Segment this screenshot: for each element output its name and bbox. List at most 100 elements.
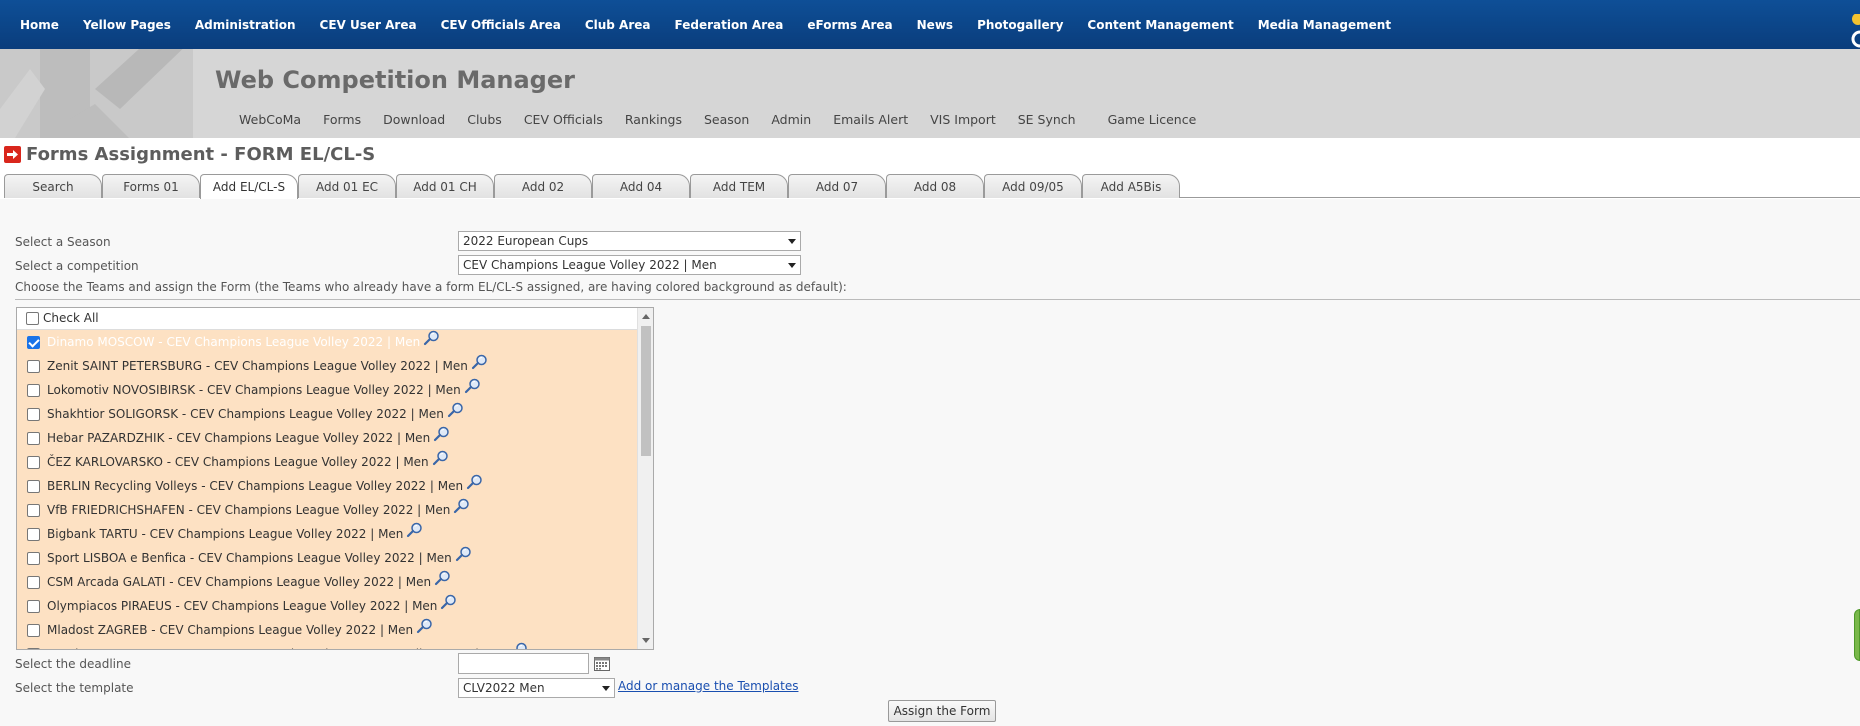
tab-add-08[interactable]: Add 08 xyxy=(886,174,984,198)
tab-forms-01[interactable]: Forms 01 xyxy=(102,174,200,198)
topnav-item-cev-user-area[interactable]: CEV User Area xyxy=(308,18,429,32)
magnifier-icon[interactable] xyxy=(453,498,471,514)
magnifier-icon[interactable] xyxy=(440,594,458,610)
magnifier-icon[interactable] xyxy=(406,522,424,538)
topnav-item-cev-officials-area[interactable]: CEV Officials Area xyxy=(429,18,573,32)
template-select[interactable]: CLV2022 Men xyxy=(458,678,615,698)
team-row[interactable]: VfB FRIEDRICHSHAFEN - CEV Champions Leag… xyxy=(17,498,638,522)
team-list-scrollbar[interactable] xyxy=(637,308,653,649)
team-rows: Dinamo MOSCOW - CEV Champions League Vol… xyxy=(17,330,638,649)
team-name: ČEZ KARLOVARSKO - CEV Champions League V… xyxy=(47,455,429,469)
magnifier-icon[interactable] xyxy=(447,402,465,418)
tab-add-09-05[interactable]: Add 09/05 xyxy=(984,174,1082,198)
check-all-row: Check All xyxy=(17,308,638,330)
topnav-item-yellow-pages[interactable]: Yellow Pages xyxy=(71,18,183,32)
team-row[interactable]: Dutchman Dynamo APELDOORN - CEV Champion… xyxy=(17,642,638,649)
subnav-item-rankings[interactable]: Rankings xyxy=(614,112,693,127)
scroll-thumb[interactable] xyxy=(641,326,651,456)
top-nav-items: Home Yellow Pages Administration CEV Use… xyxy=(8,0,1403,49)
tab-add-02[interactable]: Add 02 xyxy=(494,174,592,198)
manage-templates-link[interactable]: Add or manage the Templates xyxy=(618,679,798,693)
magnifier-icon[interactable] xyxy=(423,330,441,346)
season-select[interactable]: 2022 European Cups xyxy=(458,231,801,251)
tab-add-el-cl-s[interactable]: Add EL/CL-S xyxy=(200,174,298,199)
arrow-right-icon xyxy=(4,146,21,163)
topnav-item-content-management[interactable]: Content Management xyxy=(1075,18,1245,32)
team-checkbox[interactable] xyxy=(27,431,40,445)
team-row[interactable]: Mladost ZAGREB - CEV Champions League Vo… xyxy=(17,618,638,642)
team-checkbox[interactable] xyxy=(27,527,40,541)
team-row[interactable]: Olympiacos PIRAEUS - CEV Champions Leagu… xyxy=(17,594,638,618)
team-checkbox[interactable] xyxy=(27,407,40,421)
topnav-item-home[interactable]: Home xyxy=(8,18,71,32)
tab-add-01-ec[interactable]: Add 01 EC xyxy=(298,174,396,198)
subnav-item-download[interactable]: Download xyxy=(372,112,456,127)
tab-add-a5bis[interactable]: Add A5Bis xyxy=(1082,174,1180,198)
team-checkbox[interactable] xyxy=(27,383,40,397)
subnav-item-emails-alert[interactable]: Emails Alert xyxy=(822,112,919,127)
topnav-item-news[interactable]: News xyxy=(905,18,965,32)
magnifier-icon[interactable] xyxy=(511,642,529,649)
tab-add-01-ch[interactable]: Add 01 CH xyxy=(396,174,494,198)
scroll-down-icon[interactable] xyxy=(642,638,650,643)
scroll-up-icon[interactable] xyxy=(642,314,650,319)
subnav-item-cev-officials[interactable]: CEV Officials xyxy=(513,112,614,127)
team-list[interactable]: Check All Dinamo MOSCOW - CEV Champions … xyxy=(16,307,654,650)
topnav-item-federation-area[interactable]: Federation Area xyxy=(663,18,796,32)
competition-select[interactable]: CEV Champions League Volley 2022 | Men xyxy=(458,255,801,275)
team-row[interactable]: Shakhtior SOLIGORSK - CEV Champions Leag… xyxy=(17,402,638,426)
team-checkbox[interactable] xyxy=(27,455,40,469)
team-row[interactable]: Hebar PAZARDZHIK - CEV Champions League … xyxy=(17,426,638,450)
magnifier-icon[interactable] xyxy=(464,378,482,394)
chevron-down-icon xyxy=(788,239,796,244)
magnifier-icon[interactable] xyxy=(455,546,473,562)
assign-form-button[interactable]: Assign the Form xyxy=(888,700,996,722)
team-checkbox[interactable] xyxy=(27,503,40,517)
team-name: Shakhtior SOLIGORSK - CEV Champions Leag… xyxy=(47,407,444,421)
subnav-item-se-synch[interactable]: SE Synch xyxy=(1007,112,1087,127)
magnifier-icon[interactable] xyxy=(471,354,489,370)
tab-add-04[interactable]: Add 04 xyxy=(592,174,690,198)
team-row[interactable]: Sport LISBOA e Benfica - CEV Champions L… xyxy=(17,546,638,570)
topnav-item-eforms-area[interactable]: eForms Area xyxy=(795,18,904,32)
tab-search[interactable]: Search xyxy=(4,174,102,198)
team-row[interactable]: Dinamo MOSCOW - CEV Champions League Vol… xyxy=(17,330,638,354)
subnav-item-forms[interactable]: Forms xyxy=(312,112,372,127)
team-row[interactable]: ČEZ KARLOVARSKO - CEV Champions League V… xyxy=(17,450,638,474)
subnav-item-vis-import[interactable]: VIS Import xyxy=(919,112,1007,127)
subnav-item-season[interactable]: Season xyxy=(693,112,760,127)
team-checkbox[interactable] xyxy=(27,575,40,589)
tab-add-tem[interactable]: Add TEM xyxy=(690,174,788,198)
calendar-icon[interactable] xyxy=(594,656,610,671)
team-row[interactable]: Zenit SAINT PETERSBURG - CEV Champions L… xyxy=(17,354,638,378)
team-checkbox[interactable] xyxy=(27,623,40,637)
topnav-item-club-area[interactable]: Club Area xyxy=(573,18,663,32)
team-name: Zenit SAINT PETERSBURG - CEV Champions L… xyxy=(47,359,468,373)
check-all-checkbox[interactable] xyxy=(26,311,39,325)
deadline-input[interactable] xyxy=(458,653,589,674)
team-checkbox[interactable] xyxy=(27,479,40,493)
subnav-item-game-licence[interactable]: Game Licence xyxy=(1097,112,1208,127)
subnav-item-admin[interactable]: Admin xyxy=(760,112,822,127)
team-checkbox[interactable] xyxy=(27,551,40,565)
team-row[interactable]: Bigbank TARTU - CEV Champions League Vol… xyxy=(17,522,638,546)
team-row[interactable]: Lokomotiv NOVOSIBIRSK - CEV Champions Le… xyxy=(17,378,638,402)
team-checkbox[interactable] xyxy=(27,599,40,613)
team-row[interactable]: CSM Arcada GALATI - CEV Champions League… xyxy=(17,570,638,594)
subnav-item-clubs[interactable]: Clubs xyxy=(456,112,513,127)
subnav-item-webcoma[interactable]: WebCoMa xyxy=(228,112,312,127)
team-row[interactable]: BERLIN Recycling Volleys - CEV Champions… xyxy=(17,474,638,498)
magnifier-icon[interactable] xyxy=(433,426,451,442)
topnav-item-administration[interactable]: Administration xyxy=(183,18,308,32)
tab-add-07[interactable]: Add 07 xyxy=(788,174,886,198)
magnifier-icon[interactable] xyxy=(416,618,434,634)
team-checkbox[interactable] xyxy=(27,335,40,349)
magnifier-icon[interactable] xyxy=(434,570,452,586)
magnifier-icon[interactable] xyxy=(466,474,484,490)
topnav-item-media-management[interactable]: Media Management xyxy=(1246,18,1403,32)
team-checkbox[interactable] xyxy=(27,647,40,649)
team-checkbox[interactable] xyxy=(27,359,40,373)
topnav-item-photogallery[interactable]: Photogallery xyxy=(965,18,1075,32)
side-feedback-tab[interactable] xyxy=(1854,609,1860,661)
magnifier-icon[interactable] xyxy=(432,450,450,466)
